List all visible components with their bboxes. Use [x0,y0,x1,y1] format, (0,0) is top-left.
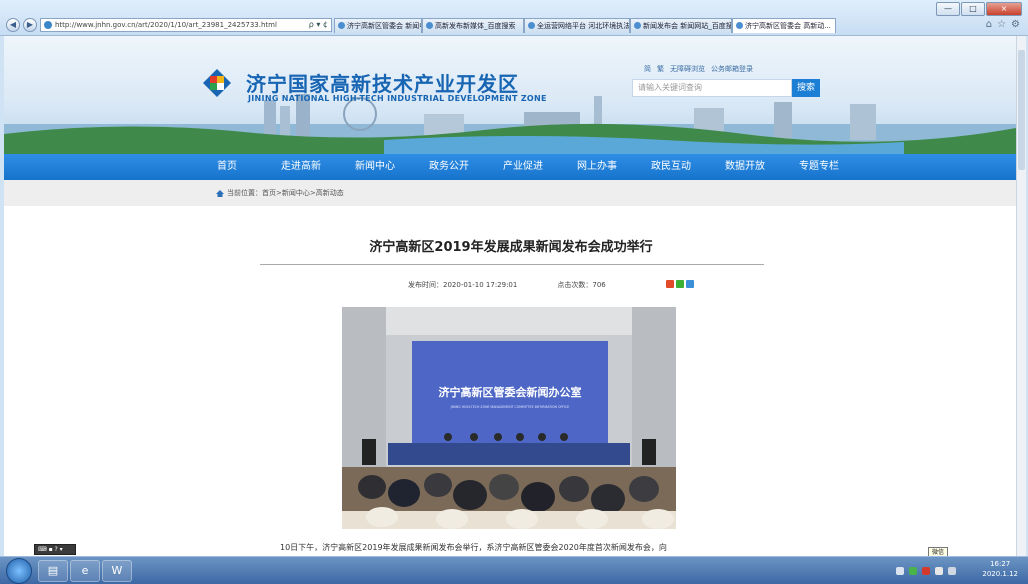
tab-favicon-icon [528,22,535,29]
start-button[interactable] [6,558,32,584]
press-conference-photo: 济宁高新区管委会新闻办公室 JINING HIGH-TECH ZONE MANA… [342,307,676,529]
browser-chrome: — □ × ◀ ▶ http://www.jnhn.gov.cn/art/202… [0,0,1028,36]
breadcrumb: 当前位置：首页>新闻中心>高新动态 [216,188,344,198]
browser-tab[interactable]: 新闻发布会 新闻网站_百度搜索 [630,18,732,33]
browser-tab[interactable]: 济宁高新区管委会 新闻中... [334,18,422,33]
browser-tab[interactable]: 高新发布新媒体_百度搜索 [422,18,524,33]
language-bar[interactable]: ⌨ ▪ ? ▾ [34,544,76,555]
tab-favicon-icon [736,22,743,29]
minimize-button[interactable]: — [936,2,960,16]
top-links: 简 繁 无障碍浏览 公务邮箱登录 [644,64,753,74]
breadcrumb-bar: 当前位置：首页>新闻中心>高新动态 [4,180,1016,206]
tab-label: 高新发布新媒体_百度搜索 [435,22,516,30]
wechat-tray-icon[interactable] [909,566,917,575]
clock-time: 16:27 [990,560,1011,568]
site-header: 济宁国家高新技术产业开发区 JINING NATIONAL HIGH-TECH … [4,36,1016,154]
site-logo-icon [203,69,231,97]
page-viewport: 济宁国家高新技术产业开发区 JINING NATIONAL HIGH-TECH … [4,36,1016,556]
wechat-share-icon[interactable] [676,280,684,288]
share-buttons [666,280,694,288]
word-taskbar-icon[interactable]: W [102,560,132,582]
address-bar[interactable]: http://www.jnhn.gov.cn/art/2020/1/10/art… [40,18,332,32]
tab-close-icon[interactable]: × [835,22,836,30]
clock[interactable]: 16:27 2020.1.12 [982,559,1018,579]
search-button[interactable]: 搜索 [792,79,820,97]
breadcrumb-text[interactable]: 当前位置：首页>新闻中心>高新动态 [227,188,344,198]
nav-item-open-data[interactable]: 数据开放 [708,154,782,180]
home-icon [216,189,224,197]
nav-item-online-services[interactable]: 网上办事 [560,154,634,180]
tab-label: 新闻发布会 新闻网站_百度搜索 [643,22,732,30]
tray-arrow-icon[interactable] [896,566,904,575]
tab-label: 济宁高新区管委会 高新动... [745,22,831,30]
nav-item-home[interactable]: 首页 [190,154,264,180]
volume-tray-icon[interactable] [948,566,956,575]
network-tray-icon[interactable] [935,566,943,575]
tab-favicon-icon [426,22,433,29]
security-tray-icon[interactable] [922,566,930,575]
tab-strip: 济宁高新区管委会 新闻中... 高新发布新媒体_百度搜索 全运营网络平台 河北环… [334,18,836,33]
search-input[interactable]: 请输入关键词查询 [632,79,792,97]
nav-item-interaction[interactable]: 政民互动 [634,154,708,180]
tab-favicon-icon [338,22,345,29]
tab-label: 全运营网络平台 河北环境执法... [537,22,630,30]
explorer-taskbar-icon[interactable]: ▤ [38,560,68,582]
nav-item-topics[interactable]: 专题专栏 [782,154,856,180]
taskbar: ▤ e W 16:27 2020.1.12 [0,556,1028,584]
tab-favicon-icon [634,22,641,29]
forward-icon[interactable]: ▶ [23,18,37,32]
nav-item-gov-affairs[interactable]: 政务公开 [412,154,486,180]
article-title: 济宁高新区2019年发展成果新闻发布会成功举行 [369,240,653,255]
address-tools[interactable]: ρ ▾ ¢ [309,19,328,31]
more-share-icon[interactable] [686,280,694,288]
view-count: 点击次数：706 [557,281,606,289]
photo-banner-subtitle: JINING HIGH-TECH ZONE MANAGEMENT COMMITT… [450,405,570,409]
back-icon[interactable]: ◀ [6,18,20,32]
tab-label: 济宁高新区管委会 新闻中... [347,22,421,30]
favorites-icon[interactable]: ☆ [997,19,1006,30]
mail-login-link[interactable]: 公务邮箱登录 [711,64,753,74]
simplified-link[interactable]: 简 [644,64,651,74]
settings-gear-icon[interactable]: ⚙ [1011,19,1020,30]
main-nav: 首页 走进高新 新闻中心 政务公开 产业促进 网上办事 政民互动 数据开放 专题… [4,154,1016,180]
vertical-scrollbar[interactable] [1016,36,1026,556]
maximize-button[interactable]: □ [961,2,985,16]
article-meta: 发布时间：2020-01-10 17:29:01 点击次数：706 [408,280,606,290]
browser-tab-active[interactable]: 济宁高新区管委会 高新动... × [732,18,836,33]
clock-date: 2020.1.12 [982,570,1018,578]
ie-taskbar-icon[interactable]: e [70,560,100,582]
close-button[interactable]: × [986,2,1022,16]
browser-tab[interactable]: 全运营网络平台 河北环境执法... [524,18,630,33]
address-text: http://www.jnhn.gov.cn/art/2020/1/10/art… [55,21,277,29]
traditional-link[interactable]: 繁 [657,64,664,74]
nav-item-industry[interactable]: 产业促进 [486,154,560,180]
nav-item-about[interactable]: 走进高新 [264,154,338,180]
title-divider [260,264,764,265]
system-tray [888,557,968,584]
article-paragraph: 10日下午，济宁高新区2019年发展成果新闻发布会举行，系济宁高新区管委会202… [280,543,667,552]
window-controls: — □ × [936,2,1022,16]
article-photo: 济宁高新区管委会新闻办公室 JINING HIGH-TECH ZONE MANA… [342,307,676,529]
site-favicon-icon [44,21,52,29]
scrollbar-thumb[interactable] [1018,50,1025,170]
browser-toolbar-icons: ⌂ ☆ ⚙ [986,19,1020,30]
site-subtitle: JINING NATIONAL HIGH-TECH INDUSTRIAL DEV… [248,94,547,103]
publish-time: 发布时间：2020-01-10 17:29:01 [408,281,518,289]
nav-item-news[interactable]: 新闻中心 [338,154,412,180]
site-title: 济宁国家高新技术产业开发区 [246,72,519,96]
photo-banner-title: 济宁高新区管委会新闻办公室 [439,385,582,399]
home-icon[interactable]: ⌂ [986,19,992,30]
weibo-share-icon[interactable] [666,280,674,288]
accessibility-link[interactable]: 无障碍浏览 [670,64,705,74]
